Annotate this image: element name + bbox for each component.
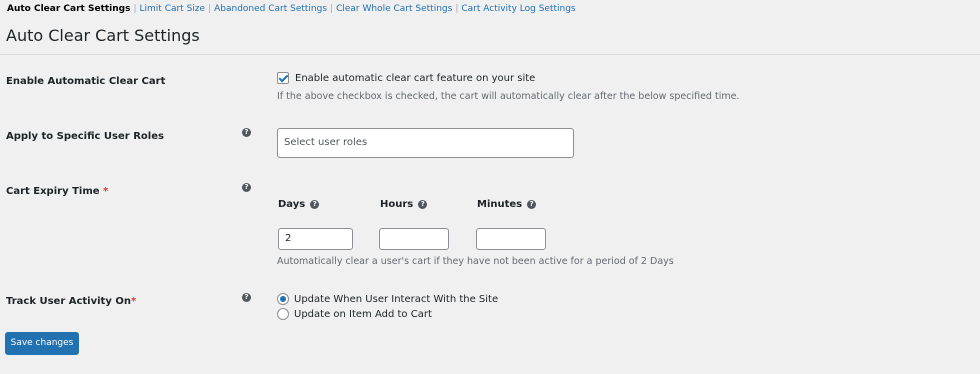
- enable-clear-cart-option[interactable]: Enable automatic clear cart feature on y…: [277, 72, 535, 84]
- page-title: Auto Clear Cart Settings: [6, 26, 200, 45]
- enable-clear-cart-label: Enable Automatic Clear Cart: [6, 76, 166, 87]
- cart-expiry-label-text: Cart Expiry Time: [6, 186, 100, 197]
- radio-site-interaction-label: Update When User Interact With the Site: [294, 293, 499, 305]
- subnav-separator: |: [455, 4, 459, 14]
- enable-clear-cart-checkbox-label: Enable automatic clear cart feature on y…: [295, 72, 536, 84]
- subnav-link-abandoned-cart[interactable]: Abandoned Cart Settings: [214, 4, 327, 14]
- radio-add-to-cart-label: Update on Item Add to Cart: [294, 308, 432, 320]
- hours-input[interactable]: [379, 228, 449, 250]
- subnav-link-clear-whole-cart[interactable]: Clear Whole Cart Settings: [336, 4, 452, 14]
- subnav-current: Auto Clear Cart Settings: [7, 4, 131, 14]
- radio-add-to-cart[interactable]: [277, 308, 289, 320]
- minutes-label: Minutes?: [477, 199, 537, 211]
- hours-label: Hours?: [380, 199, 428, 211]
- required-asterisk: *: [103, 186, 109, 197]
- days-label: Days?: [278, 199, 320, 211]
- enable-clear-cart-description: If the above checkbox is checked, the ca…: [277, 91, 740, 102]
- track-option-site-interaction[interactable]: Update When User Interact With the Site: [277, 293, 498, 305]
- user-roles-label: Apply to Specific User Roles: [6, 131, 164, 142]
- track-activity-help-icon[interactable]: ?: [242, 293, 251, 302]
- hours-help-icon[interactable]: ?: [418, 200, 428, 209]
- save-changes-button[interactable]: Save changes: [5, 332, 79, 355]
- required-asterisk: *: [130, 296, 137, 307]
- hours-label-text: Hours: [380, 199, 414, 210]
- subnav-separator: |: [208, 4, 212, 14]
- cart-expiry-label: Cart Expiry Time *: [6, 185, 108, 199]
- settings-page: Auto Clear Cart Settings | Limit Cart Size…: [0, 0, 980, 374]
- enable-clear-cart-checkbox[interactable]: [277, 72, 289, 84]
- user-roles-help-icon[interactable]: ?: [242, 128, 251, 137]
- subnav-link-limit-cart-size[interactable]: Limit Cart Size: [140, 4, 206, 14]
- title-divider: [0, 54, 980, 55]
- subnav-link-activity-log[interactable]: Cart Activity Log Settings: [461, 4, 575, 14]
- settings-subnav: Auto Clear Cart Settings | Limit Cart Size…: [7, 3, 576, 15]
- subnav-separator: |: [133, 4, 137, 14]
- minutes-input[interactable]: [476, 228, 546, 250]
- subnav-separator: |: [330, 4, 334, 14]
- track-option-add-to-cart[interactable]: Update on Item Add to Cart: [277, 308, 432, 320]
- user-roles-select[interactable]: Select user roles: [277, 128, 574, 158]
- minutes-label-text: Minutes: [477, 199, 523, 210]
- track-activity-label: Track User Activity On*: [6, 295, 136, 309]
- radio-site-interaction[interactable]: [277, 293, 289, 305]
- cart-expiry-description: Automatically clear a user's cart if the…: [277, 256, 674, 267]
- cart-expiry-help-icon[interactable]: ?: [242, 183, 251, 192]
- track-activity-label-text: Track User Activity On: [6, 296, 131, 307]
- minutes-help-icon[interactable]: ?: [527, 200, 537, 209]
- days-label-text: Days: [278, 199, 306, 210]
- days-help-icon[interactable]: ?: [310, 200, 320, 209]
- days-input[interactable]: 2: [278, 228, 353, 250]
